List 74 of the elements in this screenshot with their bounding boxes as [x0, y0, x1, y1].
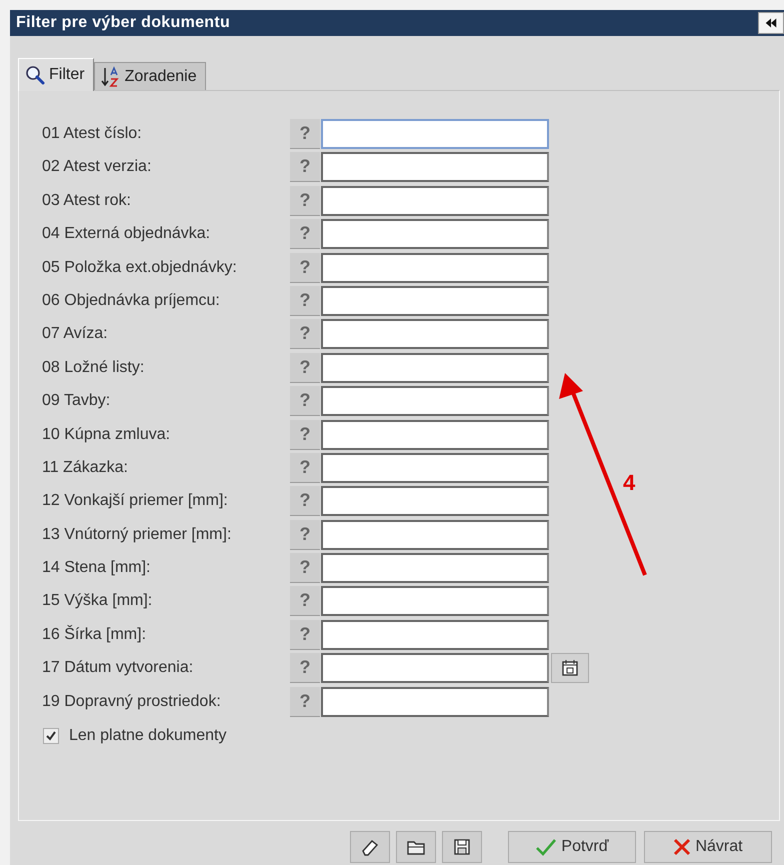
field-label: 03 Atest rok: [42, 192, 132, 210]
help-button[interactable]: ? [290, 186, 320, 216]
input-field[interactable] [321, 386, 549, 416]
input-field[interactable] [321, 252, 549, 283]
input-field[interactable] [321, 520, 549, 550]
sort-icon [100, 66, 121, 88]
input-field[interactable] [321, 420, 549, 450]
help-button[interactable]: ? [290, 486, 320, 516]
checkbox-label: Len platne dokumenty [69, 726, 226, 745]
help-button[interactable]: ? [290, 252, 320, 283]
cross-icon [673, 838, 692, 856]
input-field[interactable] [321, 620, 549, 650]
help-button[interactable]: ? [290, 352, 320, 383]
field-label: 10 Kúpna zmluva: [42, 426, 172, 444]
input-field[interactable] [321, 352, 549, 383]
help-button[interactable]: ? [290, 452, 320, 483]
field-label: 19 Dopravný prostriedok: [42, 692, 222, 711]
input-field[interactable] [321, 586, 549, 616]
input-field[interactable] [321, 286, 549, 316]
confirm-button[interactable]: Potvrď [508, 831, 636, 863]
field-label: 17 Dátum vytvorenia: [42, 659, 194, 678]
field-label: 09 Tavby: [42, 392, 112, 410]
magnifier-icon [25, 65, 45, 85]
tab[interactable]: Zoradenie [94, 62, 206, 90]
input-field[interactable] [321, 553, 549, 584]
field-label: 16 Šírka [mm]: [42, 626, 148, 644]
field-label: 12 Vonkajší priemer [mm]: [42, 492, 229, 510]
annotation-label: 4 [623, 470, 636, 496]
floppy-disk-button[interactable] [442, 831, 482, 863]
input-field[interactable] [321, 219, 549, 250]
input-field[interactable] [321, 319, 549, 350]
help-button[interactable]: ? [290, 420, 320, 450]
calendar-icon [561, 659, 579, 678]
calendar-button[interactable] [551, 653, 589, 684]
folder-button[interactable] [396, 831, 436, 863]
help-button[interactable]: ? [290, 653, 320, 684]
help-button[interactable]: ? [290, 319, 320, 350]
input-field[interactable] [321, 653, 549, 684]
input-field[interactable] [321, 686, 549, 717]
checkmark-icon [535, 838, 558, 856]
field-label: 08 Ložné listy: [42, 358, 146, 377]
input-field[interactable] [321, 452, 549, 483]
help-button[interactable]: ? [290, 152, 320, 182]
eraser-icon [360, 838, 380, 856]
field-label: 15 Výška [mm]: [42, 592, 154, 610]
tab[interactable]: Filter [18, 58, 94, 91]
field-label: 06 Objednávka príjemcu: [42, 292, 221, 310]
field-label: 11 Zákazka: [42, 458, 129, 477]
field-label: 13 Vnútorný priemer [mm]: [42, 526, 232, 544]
double-left-arrow-icon [765, 16, 777, 30]
field-label: 04 Externá objednávka: [42, 225, 212, 244]
input-field[interactable] [321, 486, 549, 516]
window-title: Filter pre výber dokumentu [16, 14, 230, 32]
input-field[interactable] [321, 186, 549, 216]
input-field[interactable] [321, 119, 549, 149]
help-button[interactable]: ? [290, 686, 320, 717]
help-button[interactable]: ? [290, 553, 320, 584]
back-button[interactable]: Návrat [644, 831, 772, 863]
help-button[interactable]: ? [290, 386, 320, 416]
help-button[interactable]: ? [290, 586, 320, 616]
field-label: 07 Avíza: [42, 325, 109, 344]
checkbox[interactable] [43, 728, 59, 744]
field-label: 02 Atest verzia: [42, 158, 152, 176]
field-label: 05 Položka ext.objednávky: [42, 258, 238, 277]
help-button[interactable]: ? [290, 119, 320, 149]
eraser-button[interactable] [350, 831, 390, 863]
field-label: 14 Stena [mm]: [42, 559, 152, 578]
collapse-button[interactable] [758, 12, 784, 34]
help-button[interactable]: ? [290, 620, 320, 650]
field-label: 01 Atest číslo: [42, 125, 143, 143]
input-field[interactable] [321, 152, 549, 182]
help-button[interactable]: ? [290, 520, 320, 550]
help-button[interactable]: ? [290, 286, 320, 316]
help-button[interactable]: ? [290, 219, 320, 250]
